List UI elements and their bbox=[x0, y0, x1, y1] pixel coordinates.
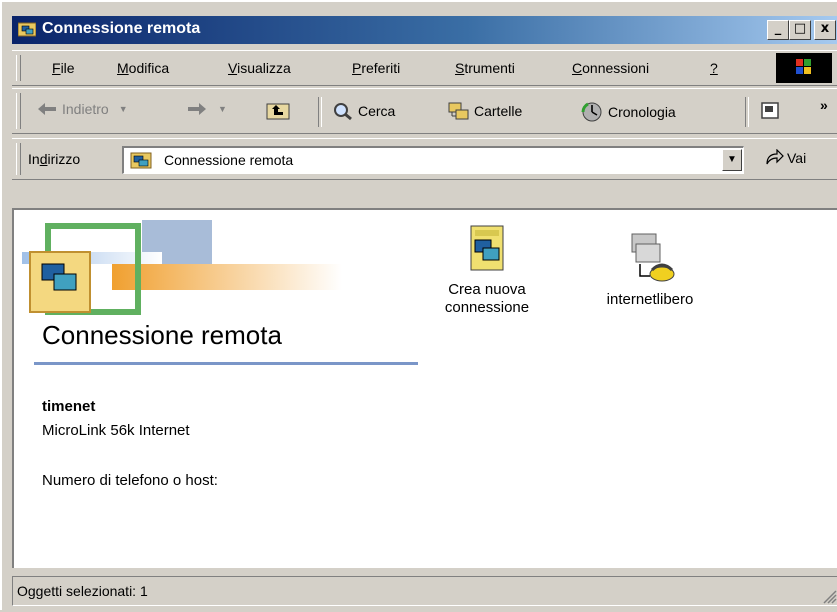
up-folder-icon bbox=[266, 103, 290, 120]
views-button[interactable] bbox=[760, 101, 782, 121]
status-bar: Oggetti selezionati: 1 bbox=[12, 572, 837, 612]
internetlibero-item[interactable]: internetlibero bbox=[580, 230, 720, 309]
back-button[interactable]: Indietro ▼ bbox=[36, 101, 128, 117]
windows-logo bbox=[776, 53, 832, 83]
menu-modifica-label: odifica bbox=[128, 60, 170, 76]
history-icon bbox=[581, 102, 602, 122]
forward-button[interactable]: ▼ bbox=[186, 101, 227, 117]
connection-name: timenet bbox=[42, 398, 96, 415]
search-button[interactable]: Cerca bbox=[332, 101, 395, 121]
banner-graphic bbox=[22, 220, 342, 315]
go-label: Vai bbox=[787, 150, 807, 166]
explorer-window: Connessione remota _ □ x File Modifica V… bbox=[0, 0, 837, 610]
address-label: Indirizzo bbox=[28, 151, 80, 167]
back-dropdown-icon[interactable]: ▼ bbox=[119, 104, 128, 114]
forward-dropdown-icon[interactable]: ▼ bbox=[218, 104, 227, 114]
new-connection-item[interactable]: Crea nuova connessione bbox=[428, 222, 546, 317]
toolbar-separator bbox=[318, 97, 322, 127]
folders-button[interactable]: Cartelle bbox=[448, 101, 522, 121]
back-label: Indietro bbox=[62, 101, 109, 117]
history-label: Cronologia bbox=[608, 104, 676, 120]
up-folder-button[interactable] bbox=[266, 101, 290, 121]
menu-visualizza-label: isualizza bbox=[237, 60, 291, 76]
menu-connessioni-label: onnessioni bbox=[582, 60, 650, 76]
banner-divider bbox=[34, 362, 418, 365]
internetlibero-label: internetlibero bbox=[606, 291, 694, 308]
search-label: Cerca bbox=[358, 103, 396, 119]
menu-visualizza-accel: V bbox=[228, 60, 238, 76]
windows-flag-icon bbox=[796, 59, 811, 74]
go-arrow-icon bbox=[766, 149, 784, 165]
address-label-post: irizzo bbox=[47, 151, 81, 167]
menu-strumenti-label: trumenti bbox=[464, 60, 515, 76]
address-input[interactable]: Connessione remota ▼ bbox=[122, 146, 744, 174]
menu-preferiti[interactable]: Preferiti bbox=[352, 60, 400, 76]
menu-preferiti-accel: P bbox=[352, 60, 362, 76]
close-button[interactable]: x bbox=[814, 20, 836, 40]
new-connection-label-2: connessione bbox=[444, 299, 530, 316]
menu-modifica-accel: M bbox=[117, 60, 129, 76]
menu-connessioni[interactable]: Connessioni bbox=[572, 60, 649, 76]
status-text: Oggetti selezionati: 1 bbox=[17, 583, 148, 599]
address-bar: Indirizzo Connessione remota ▼ Vai bbox=[12, 138, 837, 180]
history-button[interactable]: Cronologia bbox=[580, 101, 676, 123]
standard-toolbar: Indietro ▼ ▼ Cerca Cartelle Cronologia » bbox=[12, 88, 837, 134]
menu-modifica[interactable]: Modifica bbox=[117, 60, 169, 76]
address-label-pre: In bbox=[28, 151, 40, 167]
resize-grip-icon[interactable] bbox=[819, 586, 837, 604]
folder-network-icon bbox=[130, 152, 152, 169]
search-icon bbox=[334, 103, 352, 121]
menu-grip[interactable] bbox=[16, 55, 21, 81]
toolbar-overflow-button[interactable]: » bbox=[820, 97, 828, 113]
back-arrow-icon bbox=[38, 103, 56, 115]
title-bar[interactable]: Connessione remota _ □ x bbox=[12, 16, 837, 44]
menu-file-label: ile bbox=[60, 60, 75, 76]
connection-device: MicroLink 56k Internet bbox=[42, 422, 190, 439]
menu-preferiti-label: referiti bbox=[361, 60, 401, 76]
go-button[interactable]: Vai bbox=[764, 149, 806, 167]
folder-network-icon bbox=[18, 22, 36, 37]
views-icon bbox=[761, 102, 779, 119]
menu-connessioni-accel: C bbox=[572, 60, 583, 76]
menu-strumenti[interactable]: Strumenti bbox=[455, 60, 515, 76]
toolbar-grip[interactable] bbox=[16, 93, 21, 129]
menu-strumenti-accel: S bbox=[455, 60, 465, 76]
banner-title: Connessione remota bbox=[42, 320, 282, 350]
menu-bar: File Modifica Visualizza Preferiti Strum… bbox=[12, 50, 837, 86]
toolbar-separator-2 bbox=[745, 97, 749, 127]
folders-icon bbox=[448, 102, 469, 120]
new-connection-label-1: Crea nuova bbox=[448, 281, 526, 298]
maximize-button[interactable]: □ bbox=[789, 20, 811, 40]
forward-arrow-icon bbox=[188, 103, 206, 115]
window-title: Connessione remota bbox=[42, 20, 201, 37]
status-panel: Oggetti selezionati: 1 bbox=[12, 576, 837, 606]
menu-file-accel: F bbox=[52, 60, 61, 76]
address-dropdown-button[interactable]: ▼ bbox=[722, 149, 742, 171]
menu-help-accel: ? bbox=[710, 60, 718, 76]
folders-label: Cartelle bbox=[474, 103, 523, 119]
address-grip[interactable] bbox=[16, 143, 21, 175]
address-value: Connessione remota bbox=[164, 152, 294, 168]
phone-label: Numero di telefono o host: bbox=[42, 472, 218, 489]
menu-help[interactable]: ? bbox=[710, 60, 718, 76]
minimize-button[interactable]: _ bbox=[767, 20, 789, 40]
dialup-connection-icon bbox=[631, 233, 675, 282]
menu-file[interactable]: File bbox=[52, 60, 75, 76]
folder-content: Connessione remota Crea nuova connession… bbox=[12, 208, 837, 568]
new-connection-icon bbox=[470, 225, 504, 271]
menu-visualizza[interactable]: Visualizza bbox=[228, 60, 291, 76]
